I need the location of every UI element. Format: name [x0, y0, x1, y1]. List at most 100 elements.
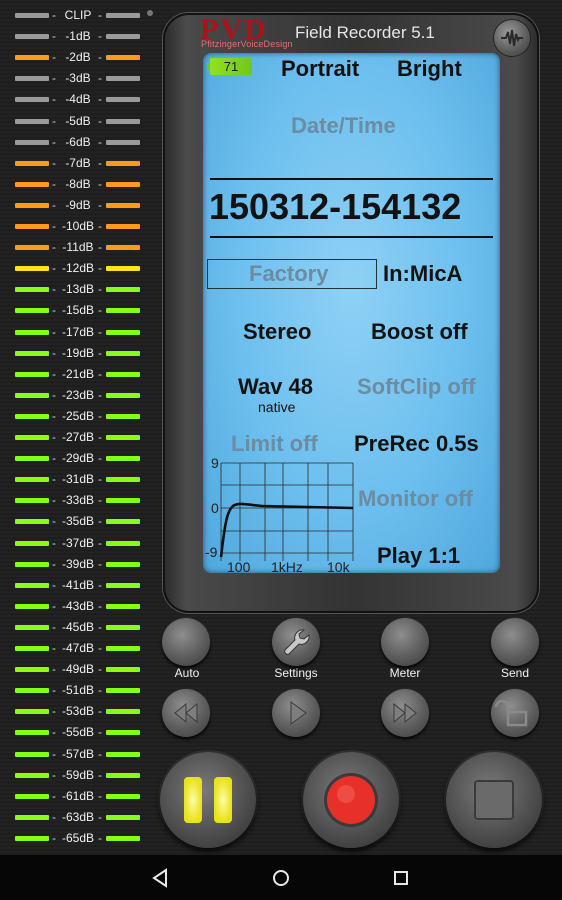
app-title: Field Recorder 5.1 — [295, 23, 435, 42]
vu-dash: - — [52, 662, 56, 677]
filename-display[interactable]: 150312-154132 — [209, 186, 461, 228]
vu-level-label: -17dB — [61, 324, 95, 339]
vu-level-row: - -57dB - — [0, 744, 150, 765]
settings-label: Settings — [274, 666, 318, 680]
vu-dash: - — [52, 556, 56, 571]
vu-segment-left — [15, 477, 49, 483]
vu-segment-right — [106, 688, 140, 694]
play-setting[interactable]: Play 1:1 — [377, 543, 460, 569]
channels-setting[interactable]: Stereo — [243, 319, 311, 345]
vu-dash: - — [52, 408, 56, 423]
eq-graph[interactable]: 9 0 -9 100 1kHz 10k — [203, 453, 363, 573]
vu-segment-left — [15, 329, 49, 335]
vu-dash: - — [52, 155, 56, 170]
vu-level-label: -13dB — [61, 282, 95, 297]
vu-dash: - — [98, 704, 102, 719]
back-icon[interactable] — [148, 866, 172, 890]
vu-dash: - — [98, 535, 102, 550]
vu-level-row: - -53dB - — [0, 701, 150, 722]
vu-level-row: - -12dB - — [0, 258, 150, 279]
prerec-setting[interactable]: PreRec 0.5s — [354, 431, 479, 457]
vu-level-label: -57dB — [61, 746, 95, 761]
vu-level-label: -10dB — [61, 219, 95, 233]
monitor-setting[interactable]: Monitor off — [358, 486, 473, 512]
vu-level-label: -31dB — [61, 472, 95, 487]
play-button[interactable] — [272, 689, 320, 737]
stop-button[interactable] — [446, 752, 542, 848]
boost-setting[interactable]: Boost off — [371, 319, 468, 345]
graph-x-label: 1kHz — [271, 559, 303, 573]
send-knob[interactable] — [491, 618, 539, 666]
vu-level-label: -11dB — [62, 240, 94, 255]
record-button[interactable] — [303, 752, 399, 848]
vu-segment-left — [15, 582, 49, 588]
vu-level-row: - -43dB - — [0, 596, 150, 617]
vu-dash: - — [52, 577, 56, 592]
vu-dash: - — [52, 8, 56, 22]
input-setting[interactable]: In:MicA — [383, 261, 462, 287]
vu-segment-left — [15, 709, 49, 715]
meter-knob[interactable] — [381, 618, 429, 666]
vu-segment-left — [15, 224, 49, 229]
vu-dash: - — [52, 366, 56, 381]
vu-segment-left — [15, 835, 49, 841]
vu-segment-right — [106, 540, 140, 546]
vu-level-label: -63dB — [61, 809, 95, 824]
vu-dash: - — [52, 704, 56, 719]
vu-dash: - — [52, 514, 56, 529]
rewind-button[interactable] — [162, 689, 210, 737]
vu-level-row: - -17dB - — [0, 322, 150, 343]
lock-button[interactable] — [491, 689, 539, 737]
vu-segment-right — [106, 266, 140, 272]
vu-level-row: - -45dB - — [0, 617, 150, 638]
vu-segment-right — [106, 667, 140, 673]
vu-segment-right — [106, 413, 140, 419]
vu-segment-left — [15, 55, 49, 61]
vu-dash: - — [52, 324, 56, 339]
vu-level-row: - -8dB - — [0, 174, 150, 195]
vu-dash: - — [52, 598, 56, 613]
waveform-button[interactable] — [494, 20, 530, 56]
fast-forward-button[interactable] — [381, 689, 429, 737]
auto-label: Auto — [174, 666, 200, 680]
vu-dash: - — [52, 725, 56, 740]
vu-segment-right — [106, 772, 140, 778]
vu-segment-right — [106, 751, 140, 757]
vu-dash: - — [98, 809, 102, 824]
softclip-setting[interactable]: SoftClip off — [357, 374, 476, 400]
settings-knob[interactable] — [272, 618, 320, 666]
eq-curve — [219, 502, 354, 558]
vu-dash: - — [52, 809, 56, 824]
vu-dash: - — [52, 641, 56, 655]
auto-knob[interactable] — [162, 618, 210, 666]
vu-segment-right — [106, 709, 140, 715]
brightness-setting[interactable]: Bright — [397, 56, 462, 82]
vu-segment-right — [106, 730, 140, 736]
vu-dash: - — [98, 746, 102, 761]
vu-segment-left — [15, 371, 49, 377]
orientation-setting[interactable]: Portrait — [281, 56, 359, 82]
vu-level-label: -15dB — [61, 303, 95, 318]
date-time-setting[interactable]: Date/Time — [291, 113, 396, 139]
vu-segment-right — [106, 814, 140, 820]
vu-dash: - — [52, 240, 56, 255]
vu-segment-left — [15, 392, 49, 398]
vu-segment-right — [106, 561, 140, 567]
vu-segment-left — [15, 624, 49, 630]
format-sub-label: native — [258, 399, 296, 415]
vu-segment-left — [15, 287, 49, 293]
vu-dash: - — [98, 641, 102, 655]
vu-dash: - — [52, 345, 56, 360]
wrench-icon — [284, 629, 310, 655]
vu-segment-left — [15, 498, 49, 504]
recents-icon[interactable] — [389, 866, 413, 890]
format-setting[interactable]: Wav 48 — [238, 374, 313, 400]
vu-segment-right — [106, 392, 140, 398]
vu-segment-right — [106, 603, 140, 609]
home-icon[interactable] — [269, 866, 293, 890]
pause-button[interactable] — [160, 752, 256, 848]
vu-level-label: -1dB — [65, 29, 91, 44]
vu-segment-right — [106, 76, 140, 82]
rewind-icon — [174, 702, 198, 724]
vu-level-row: - -15dB - — [0, 300, 150, 321]
